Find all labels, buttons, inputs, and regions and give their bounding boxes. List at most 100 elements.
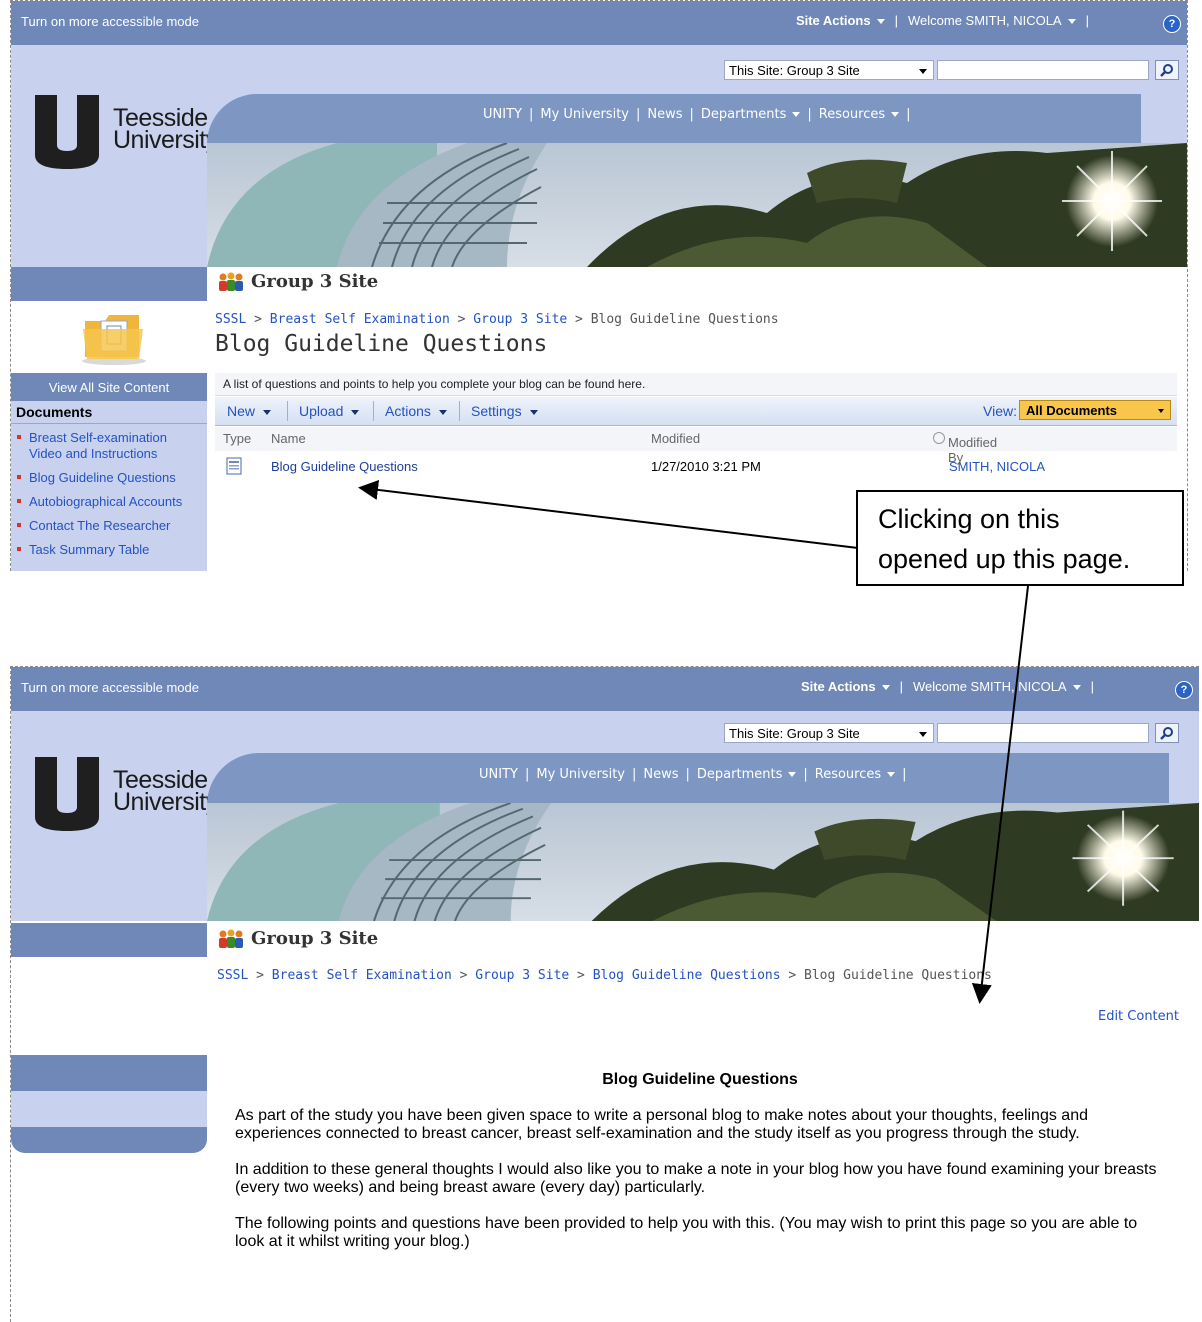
search-button[interactable] bbox=[1155, 60, 1179, 80]
view-all-site-content-link[interactable]: View All Site Content bbox=[11, 373, 207, 401]
library-folder-icon bbox=[82, 315, 146, 365]
search-icon bbox=[1160, 64, 1173, 77]
logo-mark-icon bbox=[35, 95, 99, 169]
page-content: Blog Guideline Questions As part of the … bbox=[235, 1071, 1165, 1269]
edit-content-link[interactable]: Edit Content bbox=[1098, 1009, 1179, 1024]
quick-launch: View All Site Content Documents Breast S… bbox=[11, 373, 207, 571]
site-title[interactable]: Group 3 Site bbox=[217, 271, 378, 292]
breadcrumb-link[interactable]: Breast Self Examination bbox=[270, 312, 450, 327]
global-nav: UNITY | My University | News | Departments | Res… bbox=[479, 767, 907, 782]
search-icon bbox=[1160, 727, 1173, 740]
column-headers: Type Name Modified Modified By bbox=[215, 427, 1177, 465]
breadcrumb-link[interactable]: SSSL bbox=[217, 968, 248, 983]
search-input[interactable] bbox=[937, 723, 1149, 743]
screenshot-blog-guideline-page: Turn on more accessible mode Site Action… bbox=[10, 666, 1199, 1322]
site-actions-menu[interactable]: Site Actions bbox=[796, 13, 885, 28]
search-input[interactable] bbox=[937, 60, 1149, 80]
chevron-down-icon bbox=[1067, 19, 1076, 25]
top-bar: Turn on more accessible mode Site Action… bbox=[11, 667, 1199, 711]
site-title[interactable]: Group 3 Site bbox=[217, 928, 378, 949]
chevron-down-icon bbox=[263, 409, 272, 415]
nav-news[interactable]: News bbox=[643, 767, 678, 782]
chevron-down-icon bbox=[792, 112, 801, 117]
list-toolbar: New Upload Actions Settings View: All Do… bbox=[215, 397, 1177, 426]
left-stripe bbox=[11, 923, 207, 957]
breadcrumb-current: Blog Guideline Questions bbox=[804, 968, 992, 983]
search-box: This Site: Group 3 Site bbox=[719, 60, 1179, 82]
breadcrumb-link[interactable]: Group 3 Site bbox=[473, 312, 567, 327]
quick-launch-item[interactable]: Contact The Researcher bbox=[11, 516, 207, 540]
university-logo[interactable]: Teesside University bbox=[33, 757, 233, 837]
left-panel bbox=[11, 1055, 207, 1153]
site-header: Teesside University This Site: Group 3 Si… bbox=[11, 711, 1199, 921]
nav-departments[interactable]: Departments bbox=[701, 107, 801, 122]
view-select[interactable]: All Documents bbox=[1019, 400, 1171, 420]
sort-icon bbox=[933, 432, 945, 444]
nav-news[interactable]: News bbox=[647, 107, 682, 122]
chevron-down-icon bbox=[788, 772, 797, 777]
breadcrumb-link[interactable]: Group 3 Site bbox=[475, 968, 569, 983]
search-box: This Site: Group 3 Site bbox=[719, 723, 1179, 745]
chevron-down-icon bbox=[351, 409, 360, 415]
settings-menu[interactable]: Settings bbox=[471, 403, 538, 419]
people-icon bbox=[219, 272, 243, 291]
table-row: Blog Guideline Questions 1/27/2010 3:21 … bbox=[215, 455, 1177, 479]
help-icon[interactable]: ? bbox=[1163, 15, 1181, 33]
chevron-down-icon bbox=[891, 112, 900, 117]
new-menu[interactable]: New bbox=[227, 403, 272, 419]
column-type[interactable]: Type bbox=[223, 431, 251, 446]
breadcrumb-link[interactable]: Breast Self Examination bbox=[272, 968, 452, 983]
header-photo bbox=[207, 803, 1199, 921]
nav-unity[interactable]: UNITY bbox=[479, 767, 518, 782]
logo-mark-icon bbox=[35, 757, 99, 831]
modified-by-link[interactable]: SMITH, NICOLA bbox=[949, 459, 1045, 474]
content-heading: Blog Guideline Questions bbox=[602, 1071, 798, 1088]
site-actions-menu[interactable]: Site Actions bbox=[801, 679, 890, 694]
accessible-mode-link[interactable]: Turn on more accessible mode bbox=[21, 680, 199, 695]
accessible-mode-link[interactable]: Turn on more accessible mode bbox=[21, 14, 199, 29]
quick-launch-item[interactable]: Autobiographical Accounts bbox=[11, 492, 207, 516]
chevron-down-icon bbox=[887, 772, 896, 777]
search-scope-select[interactable]: This Site: Group 3 Site bbox=[724, 723, 934, 743]
column-modified-by[interactable]: Modified By bbox=[933, 431, 997, 465]
nav-my-university[interactable]: My University bbox=[536, 767, 625, 782]
breadcrumb-current: Blog Guideline Questions bbox=[590, 312, 779, 327]
document-icon[interactable] bbox=[225, 457, 243, 478]
header-photo bbox=[207, 143, 1187, 267]
university-logo[interactable]: Teesside University bbox=[33, 95, 233, 175]
quick-launch-item[interactable]: Task Summary Table bbox=[11, 540, 207, 564]
nav-unity[interactable]: UNITY bbox=[483, 107, 522, 122]
actions-menu[interactable]: Actions bbox=[385, 403, 447, 419]
quick-launch-item[interactable]: Breast Self-examination Video and Instru… bbox=[11, 428, 207, 468]
global-nav: UNITY | My University | News | Departments | Res… bbox=[483, 107, 911, 122]
view-label: View: bbox=[983, 403, 1017, 419]
chevron-down-icon bbox=[876, 19, 885, 25]
content-paragraph: The following points and questions have … bbox=[235, 1215, 1138, 1250]
chevron-down-icon bbox=[529, 409, 538, 415]
left-stripe bbox=[11, 267, 207, 301]
welcome-menu[interactable]: Welcome SMITH, NICOLA bbox=[908, 13, 1076, 28]
nav-resources[interactable]: Resources bbox=[819, 107, 900, 122]
chevron-down-icon bbox=[1072, 685, 1081, 691]
column-name[interactable]: Name bbox=[271, 431, 306, 446]
welcome-menu[interactable]: Welcome SMITH, NICOLA bbox=[913, 679, 1081, 694]
nav-resources[interactable]: Resources bbox=[815, 767, 896, 782]
breadcrumb-link[interactable]: SSSL bbox=[215, 312, 246, 327]
help-icon[interactable]: ? bbox=[1175, 681, 1193, 699]
chevron-down-icon bbox=[881, 685, 890, 691]
documents-heading[interactable]: Documents bbox=[11, 401, 207, 424]
upload-menu[interactable]: Upload bbox=[299, 403, 360, 419]
breadcrumb-link[interactable]: Blog Guideline Questions bbox=[593, 968, 781, 983]
quick-launch-item[interactable]: Blog Guideline Questions bbox=[11, 468, 207, 492]
document-link[interactable]: Blog Guideline Questions bbox=[271, 459, 418, 474]
column-modified[interactable]: Modified bbox=[651, 431, 700, 446]
nav-departments[interactable]: Departments bbox=[697, 767, 797, 782]
search-button[interactable] bbox=[1155, 723, 1179, 743]
search-scope-select[interactable]: This Site: Group 3 Site bbox=[724, 60, 934, 80]
page-title: Blog Guideline Questions bbox=[215, 331, 548, 357]
nav-my-university[interactable]: My University bbox=[540, 107, 629, 122]
modified-date: 1/27/2010 3:21 PM bbox=[651, 459, 761, 474]
dropdown-arrow-icon bbox=[919, 732, 927, 737]
content-paragraph: As part of the study you have been given… bbox=[235, 1107, 1088, 1142]
list-description: A list of questions and points to help y… bbox=[215, 373, 1177, 396]
